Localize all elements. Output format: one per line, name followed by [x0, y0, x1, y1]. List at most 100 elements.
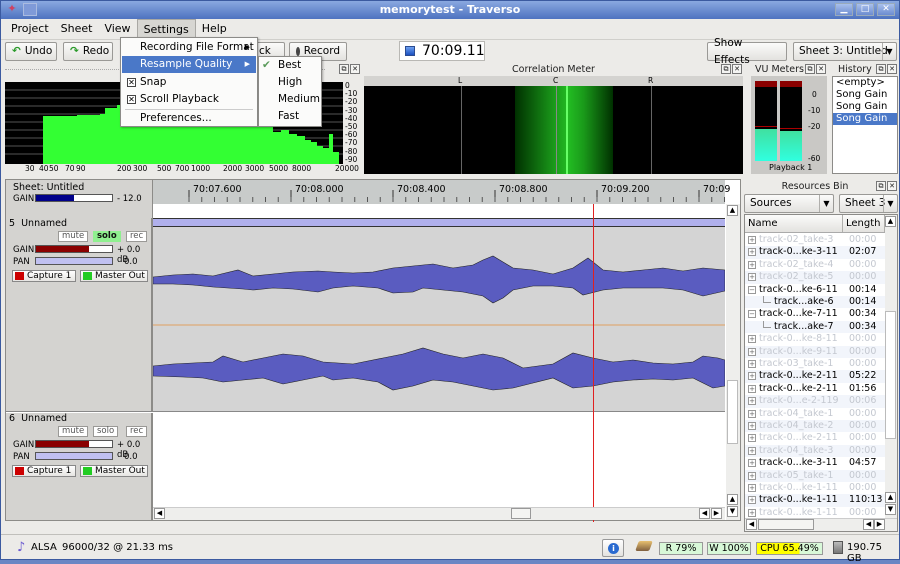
close-icon[interactable]: ✕	[816, 64, 826, 74]
float-icon[interactable]: ⧉	[876, 181, 886, 191]
undo-button[interactable]: ↶ Undo	[5, 42, 57, 61]
resource-row[interactable]: + track-0...ke-1-11 00:00	[745, 482, 885, 494]
resource-row[interactable]: + track-0...ke-2-11 05:22	[745, 370, 885, 383]
expand-icon[interactable]: +	[748, 372, 756, 381]
close-icon[interactable]: ✕	[887, 64, 897, 74]
show-effects-button[interactable]: Show Effects	[707, 37, 787, 66]
resource-row[interactable]: + track-0...ke-2-11 01:56	[745, 383, 885, 395]
float-icon[interactable]: ⧉	[805, 64, 815, 74]
menu-item-high[interactable]: High	[260, 74, 320, 91]
close-icon[interactable]: ✕	[887, 181, 897, 191]
menu-item-fast[interactable]: Fast	[260, 108, 320, 125]
output-route-button[interactable]: Master Out	[80, 270, 148, 282]
expand-icon[interactable]: +	[748, 508, 756, 517]
column-length[interactable]: Length	[843, 215, 885, 232]
resource-row[interactable]: track...ake-7 00:34	[745, 320, 885, 334]
menu-project[interactable]: Project	[5, 19, 55, 39]
track-name[interactable]: Unnamed	[21, 218, 67, 229]
resource-row[interactable]: + track-0...ke-3-11 04:57	[745, 457, 885, 469]
expand-icon[interactable]: +	[748, 384, 756, 393]
expand-icon[interactable]: +	[748, 248, 756, 257]
expand-icon[interactable]: +	[748, 496, 756, 505]
menu-sheet[interactable]: Sheet	[55, 19, 99, 39]
scroll-thumb[interactable]	[727, 380, 738, 444]
close-button[interactable]: ✕	[877, 3, 895, 16]
scroll-left-icon[interactable]: ◀	[699, 508, 710, 519]
maximize-button[interactable]: □	[856, 3, 874, 16]
track-pan-slider[interactable]	[35, 257, 113, 265]
resource-row[interactable]: + track-0...ke-8-11 00:00	[745, 333, 885, 345]
resource-row[interactable]: + track-0...ke-1-11 110:13	[745, 494, 885, 507]
resource-row[interactable]: + track-02_take-3 00:00	[745, 234, 885, 246]
scroll-left-icon[interactable]: ◀	[863, 519, 874, 530]
expand-icon[interactable]: +	[748, 347, 756, 356]
history-item-selected[interactable]: Song Gain	[833, 113, 897, 125]
expand-icon[interactable]: +	[748, 471, 756, 480]
menu-item-snap[interactable]: ✕ Snap	[122, 74, 256, 91]
expand-icon[interactable]: +	[748, 422, 756, 430]
collapse-icon[interactable]: −	[748, 310, 756, 319]
scroll-up-icon[interactable]: ▲	[727, 205, 738, 216]
float-icon[interactable]: ⧉	[339, 64, 349, 74]
sheet-gain-slider[interactable]	[35, 194, 113, 202]
menu-help[interactable]: Help	[196, 19, 233, 39]
scroll-up-icon[interactable]: ▲	[885, 216, 896, 227]
menu-item-recording-file-format[interactable]: Recording File Format ▶	[122, 39, 256, 56]
scroll-up-icon[interactable]: ▲	[885, 492, 896, 503]
track-gain-slider[interactable]	[35, 440, 113, 448]
resource-row[interactable]: − track-0...ke-7-11 00:34	[745, 308, 885, 320]
resource-row[interactable]: + track-02_take-5 00:00	[745, 271, 885, 284]
resource-row[interactable]: + track-04_take-3 00:00	[745, 444, 885, 458]
resources-vertical-scrollbar[interactable]: ▲ ▲ ▼	[885, 215, 897, 518]
resource-row[interactable]: + track-0...ke-3-11 02:07	[745, 246, 885, 259]
expand-icon[interactable]: +	[748, 446, 756, 455]
playhead[interactable]	[593, 204, 594, 522]
scroll-up-icon[interactable]: ▲	[727, 494, 738, 505]
resource-row[interactable]: + track-0...ke-2-11 00:00	[745, 432, 885, 444]
menu-item-best[interactable]: ✔ Best	[260, 57, 320, 74]
menu-item-scroll-playback[interactable]: ✕ Scroll Playback	[122, 91, 256, 108]
expand-icon[interactable]: +	[748, 236, 756, 244]
scroll-thumb[interactable]	[885, 311, 896, 439]
resource-row[interactable]: track...ake-6 00:14	[745, 296, 885, 309]
float-icon[interactable]: ⧉	[876, 64, 886, 74]
resources-sheet-select[interactable]: Sheet 3 ▼	[839, 194, 898, 213]
scroll-left-icon[interactable]: ◀	[746, 519, 757, 530]
expand-icon[interactable]: +	[748, 397, 756, 406]
output-route-button[interactable]: Master Out	[80, 465, 148, 477]
expand-icon[interactable]: +	[748, 484, 756, 492]
track-5-lane[interactable]	[153, 218, 725, 412]
redo-button[interactable]: ↷ Redo	[63, 42, 113, 61]
timeline-ruler[interactable]: 70:07.600 70:08.000 70:08.400 70:08.800 …	[153, 180, 730, 204]
expand-icon[interactable]: +	[748, 335, 756, 344]
menu-view[interactable]: View	[98, 19, 136, 39]
expand-icon[interactable]: +	[748, 360, 756, 368]
history-item[interactable]: Song Gain	[833, 101, 897, 113]
input-route-button[interactable]: Capture 1	[12, 270, 76, 282]
menu-item-preferences[interactable]: Preferences...	[122, 110, 256, 127]
track-name[interactable]: Unnamed	[21, 413, 67, 424]
resource-row[interactable]: + track-0...e-2-119 00:06	[745, 395, 885, 408]
rec-button[interactable]: rec	[126, 231, 148, 242]
scroll-down-icon[interactable]: ▼	[885, 504, 896, 515]
menu-settings[interactable]: Settings	[136, 19, 196, 39]
minimize-button[interactable]: ▁	[835, 3, 853, 16]
mute-button[interactable]: mute	[58, 231, 89, 242]
resource-row[interactable]: + track-04_take-2 00:00	[745, 420, 885, 433]
scroll-down-icon[interactable]: ▼	[727, 506, 738, 517]
close-icon[interactable]: ✕	[350, 64, 360, 74]
sheet-selector[interactable]: Sheet 3: Untitled ▼	[793, 42, 897, 61]
expand-icon[interactable]: +	[748, 459, 756, 468]
tracks-vertical-scrollbar[interactable]: ▲ ▲ ▼	[726, 204, 740, 520]
solo-button-active[interactable]: solo	[93, 231, 121, 242]
float-icon[interactable]: ⧉	[721, 64, 731, 74]
menu-item-medium[interactable]: Medium	[260, 91, 320, 108]
history-item[interactable]: Song Gain	[833, 89, 897, 101]
scroll-thumb[interactable]	[511, 508, 531, 519]
sources-select[interactable]: Sources ▼	[744, 194, 834, 213]
resource-row[interactable]: + track-03_take-1 00:00	[745, 358, 885, 370]
input-route-button[interactable]: Capture 1	[12, 465, 76, 477]
scroll-thumb[interactable]	[758, 519, 814, 530]
solo-button[interactable]: solo	[93, 426, 119, 437]
resource-row[interactable]: − track-0...ke-6-11 00:14	[745, 284, 885, 296]
